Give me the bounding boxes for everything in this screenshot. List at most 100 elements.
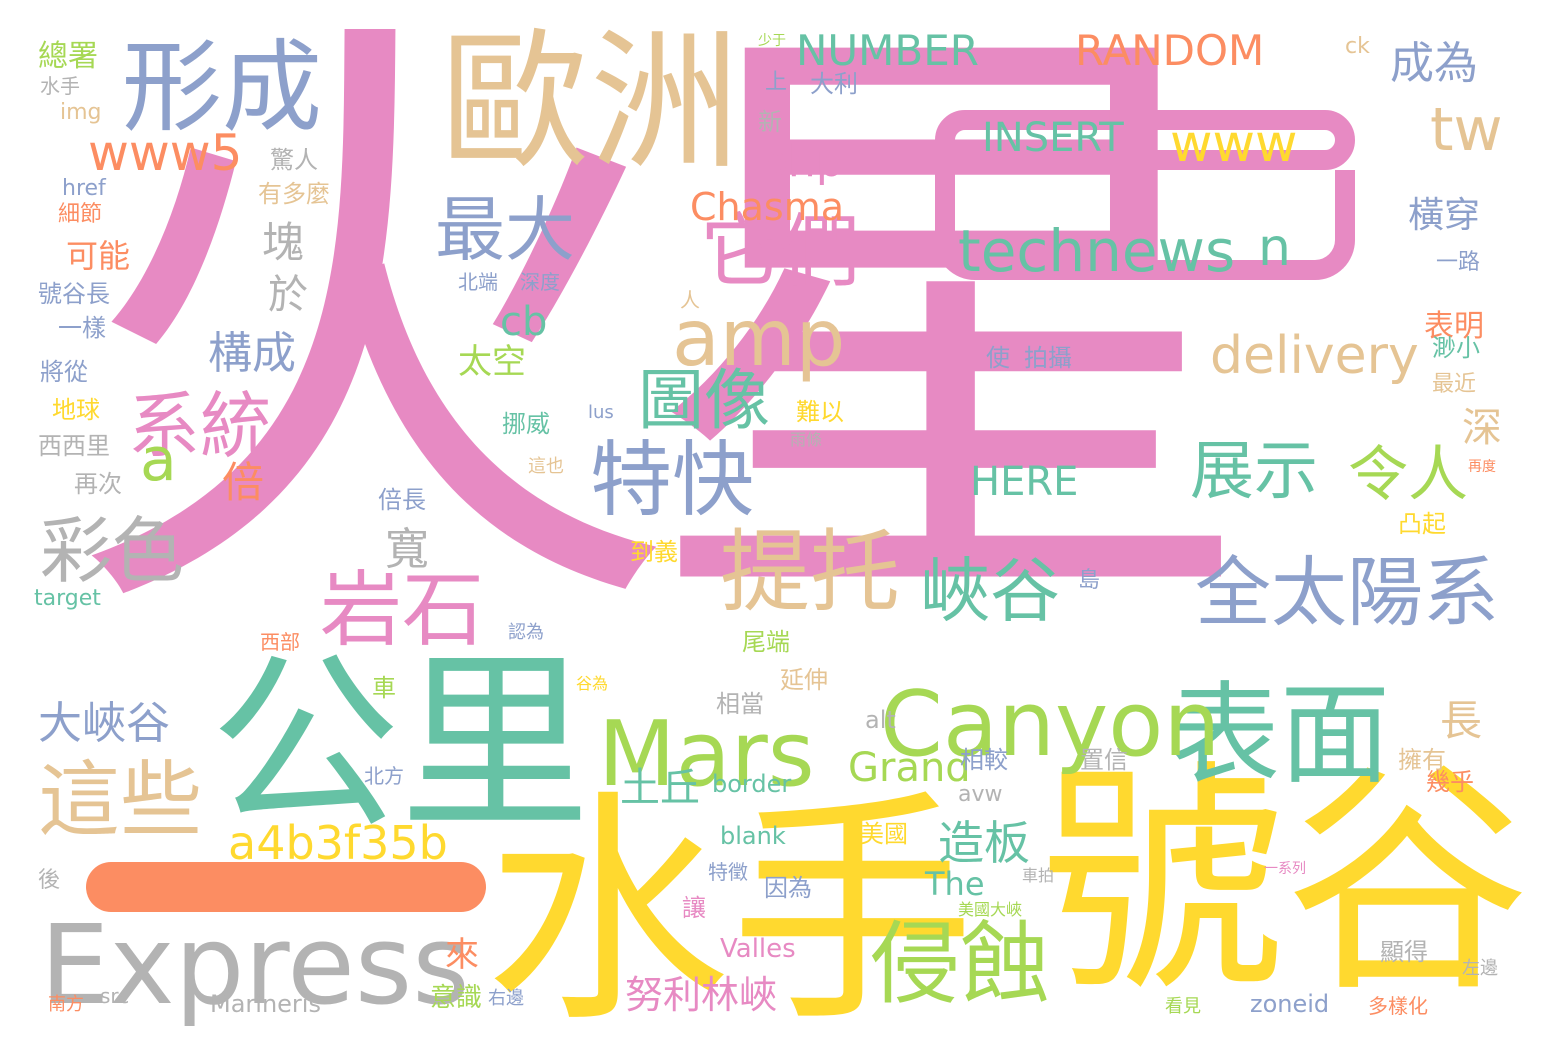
word-zaoban: 造板	[938, 816, 1030, 870]
word-beiduan: 北端	[458, 270, 498, 294]
word-yilu: 一路	[1436, 250, 1481, 275]
word-tuqiu: 土丘	[620, 765, 700, 811]
word-weiduan: 尾端	[742, 628, 790, 656]
word-insert: INSERT	[982, 115, 1124, 161]
word-gongli: 公里	[210, 634, 591, 855]
word-rang: 讓	[682, 894, 706, 922]
word-kuai: 塊	[262, 218, 305, 267]
word-shuishou-small: 水手	[40, 74, 80, 98]
word-tezheng: 特徵	[708, 860, 748, 884]
word-grand: Grand	[848, 745, 971, 791]
word-src: src	[100, 984, 130, 1008]
word-quantaiyangxi: 全太陽系	[1195, 548, 1499, 637]
word-hengchuan: 橫穿	[1408, 195, 1481, 236]
word-technews: technews	[958, 217, 1236, 285]
word-the: The	[925, 865, 985, 903]
word-img: img	[60, 100, 102, 125]
word-yanshen: 延伸	[780, 666, 828, 694]
word-bei: 倍	[222, 458, 265, 507]
word-zongshu: 總署	[38, 39, 98, 74]
word-chasma: Chasma	[690, 185, 845, 229]
word-avw: avw	[958, 782, 1003, 807]
word-cloud: 火星 號谷 水手 公里 歐洲 形成 Express 表面 侵蝕 Canyon M…	[0, 0, 1548, 1052]
word-xin: 新	[758, 108, 782, 136]
word-beifang: 北方	[364, 764, 404, 788]
word-guwei: 谷為	[576, 674, 609, 693]
word-www: www	[1170, 114, 1298, 174]
word-xijie: 細節	[58, 202, 103, 227]
word-haogu-chang: 號谷長	[38, 280, 110, 308]
word-zhixin: 置信	[1080, 746, 1128, 774]
word-xibu: 西部	[260, 630, 300, 654]
word-xixili: 西西里	[38, 432, 110, 460]
word-tuqi: 凸起	[1398, 510, 1446, 538]
word-a: a	[140, 425, 177, 495]
word-yixilie: 一系列	[1264, 861, 1306, 877]
word-random: RANDOM	[1075, 26, 1265, 75]
word-renwei: 認為	[508, 622, 544, 643]
word-yu: 於	[268, 272, 308, 318]
word-chang: 長	[1440, 696, 1483, 745]
word-dali: 大利	[810, 70, 858, 98]
word-href: href	[62, 176, 106, 201]
word-valles: Valles	[720, 934, 796, 964]
word-www5: www5	[88, 124, 243, 182]
word-nulilinxia: 努利林峽	[625, 973, 778, 1017]
word-diqiu: 地球	[52, 396, 100, 424]
word-zuobian: 左邊	[1462, 958, 1498, 979]
word-shaoyu: 少于	[758, 33, 786, 49]
word-daoyi: 到義	[630, 538, 678, 566]
word-zhanshi: 展示	[1190, 435, 1318, 509]
word-alt: alt	[865, 706, 896, 734]
word-taikong: 太空	[458, 342, 526, 382]
word-ck: ck	[1345, 34, 1370, 59]
word-xiangdang: 相當	[716, 690, 764, 718]
word-xingcheng: 形成	[122, 29, 322, 146]
word-lai: 來	[445, 935, 479, 975]
word-qinshi: 侵蝕	[870, 912, 1050, 1017]
word-yutiao: 雨條	[790, 430, 823, 449]
word-shang: 上	[765, 70, 788, 95]
word-meiguo: 美國	[860, 820, 908, 848]
word-shendu: 深度	[520, 270, 560, 294]
word-yiyang: 一樣	[58, 314, 106, 342]
word-marineris: Marineris	[210, 990, 321, 1018]
word-chengwei: 成為	[1390, 38, 1478, 89]
word-lus: lus	[588, 402, 614, 423]
word-zaici: 再次	[74, 470, 122, 498]
word-yinwei: 因為	[764, 874, 812, 902]
word-jiangcong: 將從	[40, 358, 88, 386]
word-zheye: 這也	[528, 456, 564, 477]
word-tuxiang: 圖像	[638, 362, 770, 439]
word-duoyanghua: 多樣化	[1368, 994, 1428, 1018]
word-lingren: 令人	[1348, 440, 1468, 510]
word-hou: 後	[38, 868, 61, 893]
word-tekuai: 特快	[590, 433, 755, 528]
word-kuan: 寬	[385, 524, 429, 575]
word-meiguodaxia: 美國大峽	[958, 900, 1023, 919]
word-shen: 深	[1462, 405, 1502, 451]
word-xiagu: 峽谷	[920, 550, 1060, 632]
word-zoneid: zoneid	[1250, 990, 1330, 1018]
word-youbian: 右邊	[488, 988, 524, 1009]
word-ouzhou: 歐洲	[440, 16, 741, 190]
word-cb: cb	[500, 299, 548, 345]
word-delivery: delivery	[1210, 326, 1419, 386]
word-zhexie: 這些	[38, 753, 203, 848]
word-kanjian: 看見	[1165, 996, 1201, 1017]
word-border: border	[712, 770, 792, 798]
word-dao: 島	[1078, 568, 1101, 593]
word-xiande: 顯得	[1380, 938, 1428, 966]
word-keneng: 可能	[66, 237, 131, 275]
word-n: n	[1258, 218, 1291, 278]
word-a4b3f35b: a4b3f35b	[228, 816, 448, 870]
word-paishe: 拍攝	[1024, 344, 1072, 372]
word-tw: tw	[1430, 95, 1503, 165]
word-yanshi: 岩石	[320, 563, 485, 658]
word-nuowei: 挪威	[502, 410, 550, 438]
word-blank: blank	[720, 822, 786, 850]
word-chepai: 車拍	[1022, 866, 1055, 885]
word-nanfang: 南方	[48, 994, 84, 1015]
word-zuijin: 最近	[1432, 372, 1477, 397]
word-shi: 使	[986, 344, 1010, 372]
